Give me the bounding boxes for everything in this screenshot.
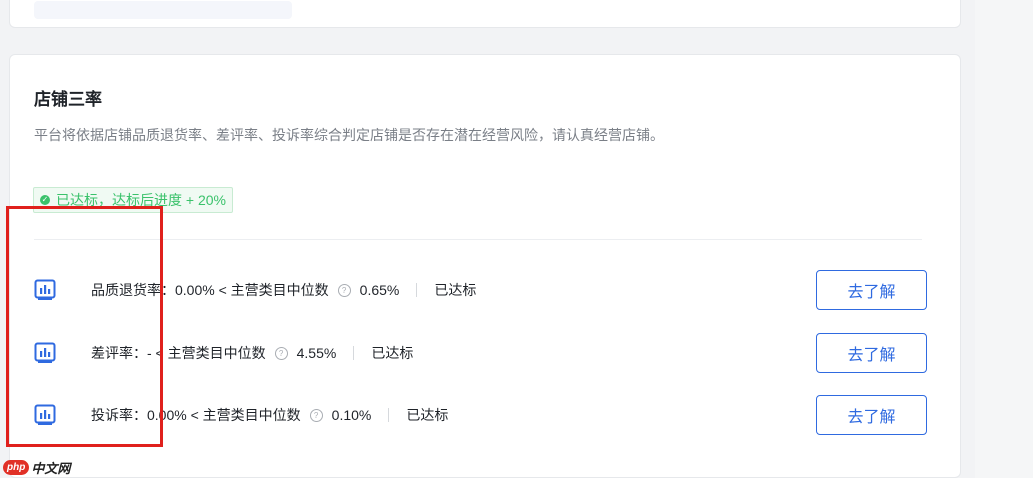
- section-title: 店铺三率: [34, 90, 102, 109]
- highlight-box: [6, 206, 163, 447]
- divider: [34, 239, 922, 240]
- separator: [388, 408, 390, 422]
- metric-median-value: 4.55%: [296, 345, 337, 361]
- separator: [353, 346, 355, 360]
- learn-more-button[interactable]: 去了解: [816, 395, 927, 435]
- previous-card-stub: [34, 1, 292, 19]
- metric-row-complaint: 投诉率：0.00% < 主营类目中位数 ? 0.10% 已达标 去了解: [34, 395, 927, 435]
- metric-row-negative-review: 差评率：- < 主营类目中位数 ? 4.55% 已达标 去了解: [34, 333, 927, 373]
- separator: [416, 283, 418, 297]
- right-side-panel: [975, 0, 1033, 478]
- check-circle-icon: ✓: [40, 195, 50, 205]
- metric-row-quality-return: 品质退货率：0.00% < 主营类目中位数 ? 0.65% 已达标 去了解: [34, 270, 927, 310]
- metric-status: 已达标: [434, 282, 477, 298]
- help-icon[interactable]: ?: [274, 346, 288, 360]
- watermark-text: 中文网: [31, 461, 71, 476]
- learn-more-button[interactable]: 去了解: [816, 333, 927, 373]
- metric-status: 已达标: [371, 345, 414, 361]
- metric-status: 已达标: [406, 407, 449, 423]
- help-icon[interactable]: ?: [337, 283, 351, 297]
- help-icon[interactable]: ?: [309, 408, 323, 422]
- metric-median-value: 0.10%: [331, 407, 372, 423]
- watermark: php 中文网: [3, 458, 70, 477]
- learn-more-button[interactable]: 去了解: [816, 270, 927, 310]
- metric-median-value: 0.65%: [359, 282, 400, 298]
- watermark-logo: php: [3, 460, 30, 475]
- previous-card: [9, 0, 961, 28]
- section-description: 平台将依据店铺品质退货率、差评率、投诉率综合判定店铺是否存在潜在经营风险，请认真…: [34, 127, 664, 143]
